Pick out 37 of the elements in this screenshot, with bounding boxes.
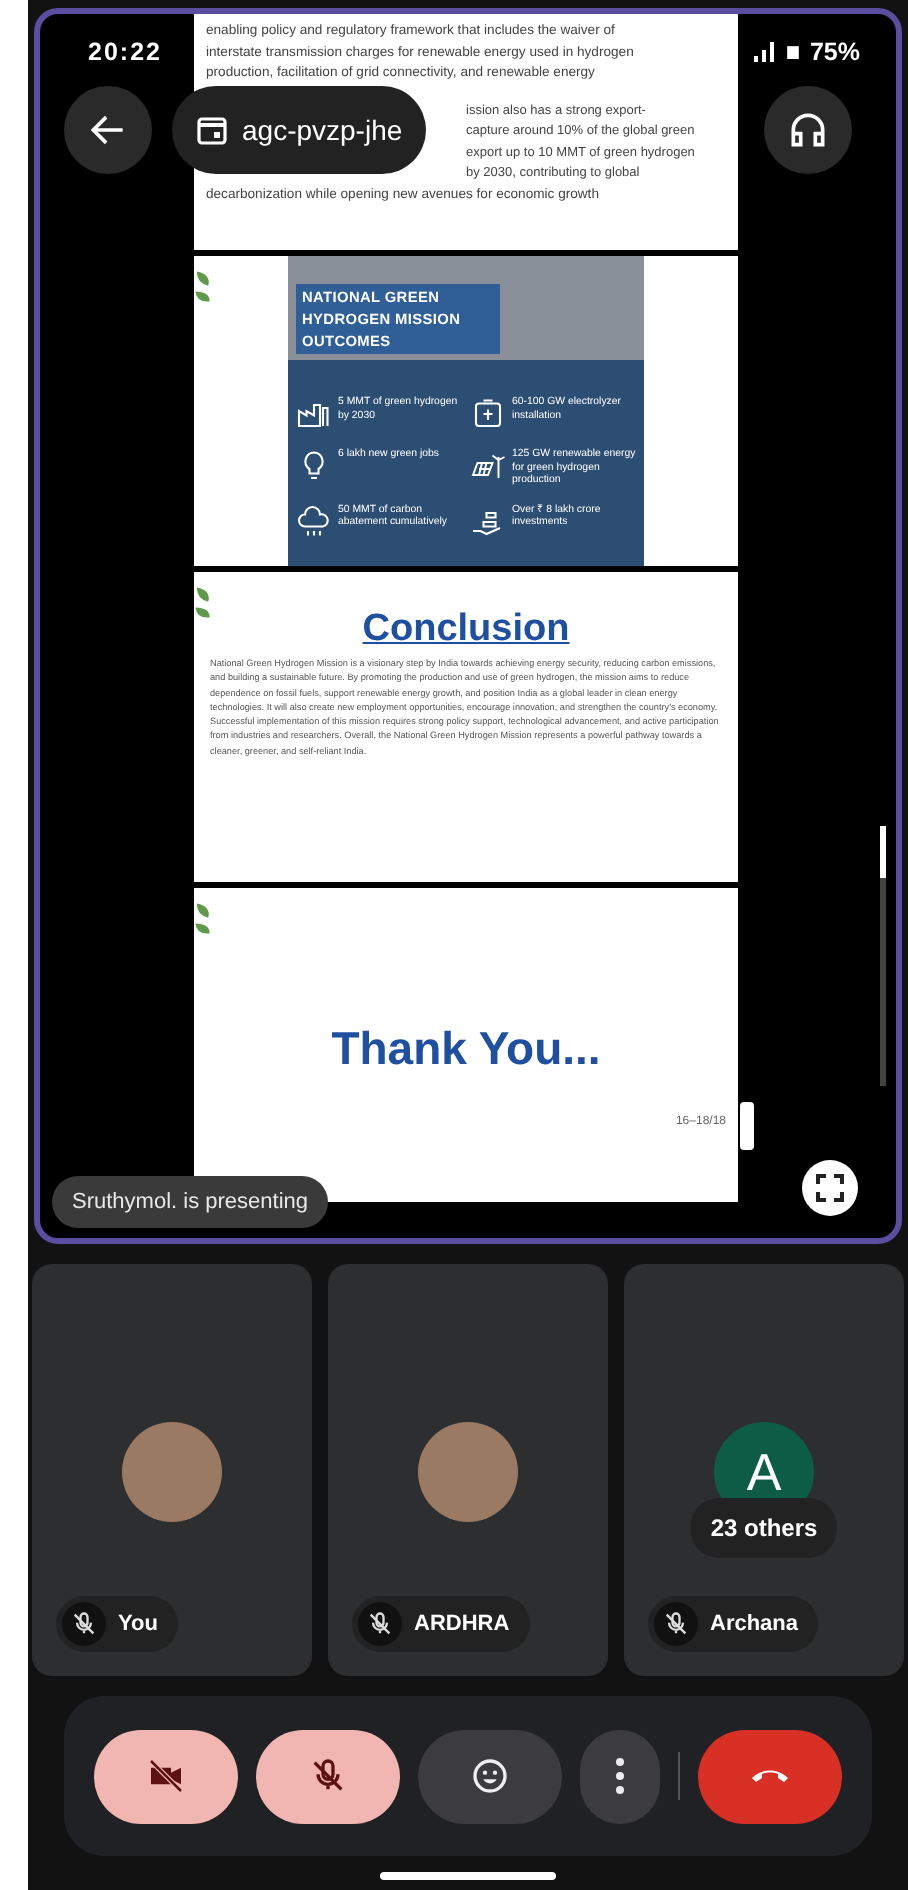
audio-output-button[interactable] [764,86,852,174]
scrollbar[interactable] [880,826,886,1086]
participant-name: Archana [710,1612,799,1636]
status-time: 20:22 [88,38,162,66]
slide-heading: Conclusion [362,608,570,652]
participant-tile[interactable]: A 23 others Archana [624,1264,904,1676]
battery-icon [470,396,506,432]
others-count[interactable]: 23 others [690,1498,838,1558]
calendar-icon [196,114,228,146]
avatar-photo-placeholder [122,1422,222,1522]
participant-tile[interactable]: You [32,1264,312,1676]
participant-tile[interactable]: ARDHRA [328,1264,608,1676]
emoji-button[interactable] [418,1729,562,1823]
drag-handle[interactable] [740,1102,754,1150]
battery-icon [785,40,800,64]
headphones-icon [786,108,830,152]
camera-off-icon [146,1756,186,1796]
more-options-button[interactable] [580,1729,660,1823]
mic-off-icon [308,1756,348,1796]
cloud-icon [296,503,332,540]
more-vertical-icon [616,1758,624,1794]
phone-hangup-icon [752,1769,788,1783]
camera-off-button[interactable] [94,1729,238,1823]
participant-name: ARDHRA [414,1612,510,1636]
back-button[interactable] [64,86,152,174]
participant-name: You [118,1612,158,1636]
signal-icon [751,40,776,64]
slide-heading: Thank You... [331,1022,601,1076]
smiley-icon [470,1756,510,1796]
battery-level: 75% [809,38,860,66]
avatar-photo-placeholder [418,1422,518,1522]
end-call-button[interactable] [698,1729,842,1823]
presenting-label: Sruthymol. is presenting [52,1176,328,1228]
microphone-off-button[interactable] [256,1729,400,1823]
meeting-code-chip[interactable]: agc-pvzp-jhe [172,86,427,174]
fullscreen-icon [816,1174,844,1202]
fullscreen-button[interactable] [802,1160,858,1216]
